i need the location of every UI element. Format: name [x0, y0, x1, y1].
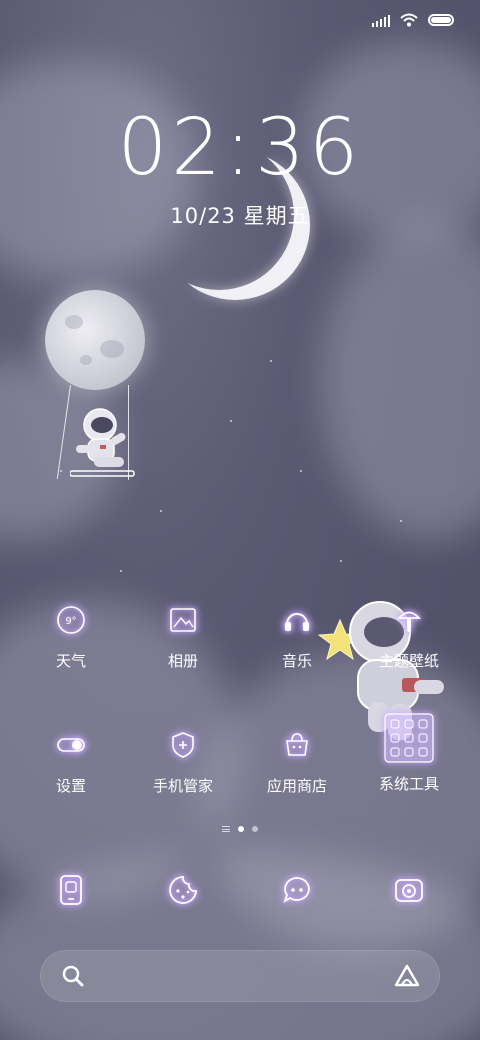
app-label: 天气: [55, 652, 86, 670]
star: [270, 360, 272, 362]
phone-icon: [51, 870, 91, 910]
star: [400, 520, 402, 522]
svg-text:9°: 9°: [65, 616, 76, 627]
page-dot-active: [238, 826, 244, 832]
dock-browser[interactable]: [128, 870, 238, 910]
star: [230, 420, 232, 422]
full-moon: [45, 290, 145, 390]
page-dot: [252, 826, 258, 832]
dock-messages[interactable]: [242, 870, 352, 910]
app-label: 手机管家: [152, 777, 213, 795]
clock-date[interactable]: 10/23 星期五: [0, 200, 480, 230]
settings-icon: [51, 725, 91, 765]
assistant-icon[interactable]: [393, 963, 421, 989]
search-bar[interactable]: [40, 950, 440, 1002]
app-system-tools[interactable]: 系统工具: [354, 712, 464, 793]
page-indicator[interactable]: [0, 826, 480, 832]
star: [60, 470, 62, 472]
app-settings[interactable]: 设置: [16, 725, 126, 795]
app-label: 设置: [55, 777, 86, 795]
battery-fill: [431, 17, 451, 23]
app-gallery[interactable]: 相册: [128, 600, 238, 670]
app-label: 主题壁纸: [378, 652, 439, 670]
app-security[interactable]: 手机管家: [128, 725, 238, 795]
app-music[interactable]: 音乐: [242, 600, 352, 670]
dock-phone[interactable]: [16, 870, 126, 910]
themes-icon: [389, 600, 429, 640]
star: [340, 560, 342, 562]
app-themes[interactable]: 主题壁纸: [354, 600, 464, 670]
home-screen: 02:36 10/23 星期五 9° 天气 相册 音乐 主题壁纸 设置 手机管家…: [0, 0, 480, 1040]
app-label: 相册: [167, 652, 198, 670]
astronaut-swing-illustration: [70, 408, 135, 477]
clock-time[interactable]: 02:36: [0, 108, 480, 188]
battery-icon: [428, 14, 454, 26]
messages-icon: [277, 870, 317, 910]
music-icon: [277, 600, 317, 640]
search-icon: [62, 965, 84, 987]
app-label: 系统工具: [378, 775, 439, 793]
app-label: 应用商店: [266, 777, 327, 795]
dock-camera[interactable]: [354, 870, 464, 910]
wifi-icon: [400, 13, 418, 27]
app-weather[interactable]: 9° 天气: [16, 600, 126, 670]
app-store-icon: [277, 725, 317, 765]
star: [300, 470, 302, 472]
status-bar: [372, 8, 454, 32]
system-tools-icon: [383, 712, 435, 764]
star: [160, 510, 162, 512]
app-label: 音乐: [281, 652, 312, 670]
security-icon: [163, 725, 203, 765]
cloud: [320, 220, 480, 540]
gallery-icon: [163, 600, 203, 640]
app-store[interactable]: 应用商店: [242, 725, 352, 795]
weather-icon: 9°: [51, 600, 91, 640]
star: [120, 570, 122, 572]
browser-icon: [163, 870, 203, 910]
signal-icon: [372, 13, 390, 27]
page-indicator-menu-icon: [222, 826, 230, 832]
camera-icon: [389, 870, 429, 910]
